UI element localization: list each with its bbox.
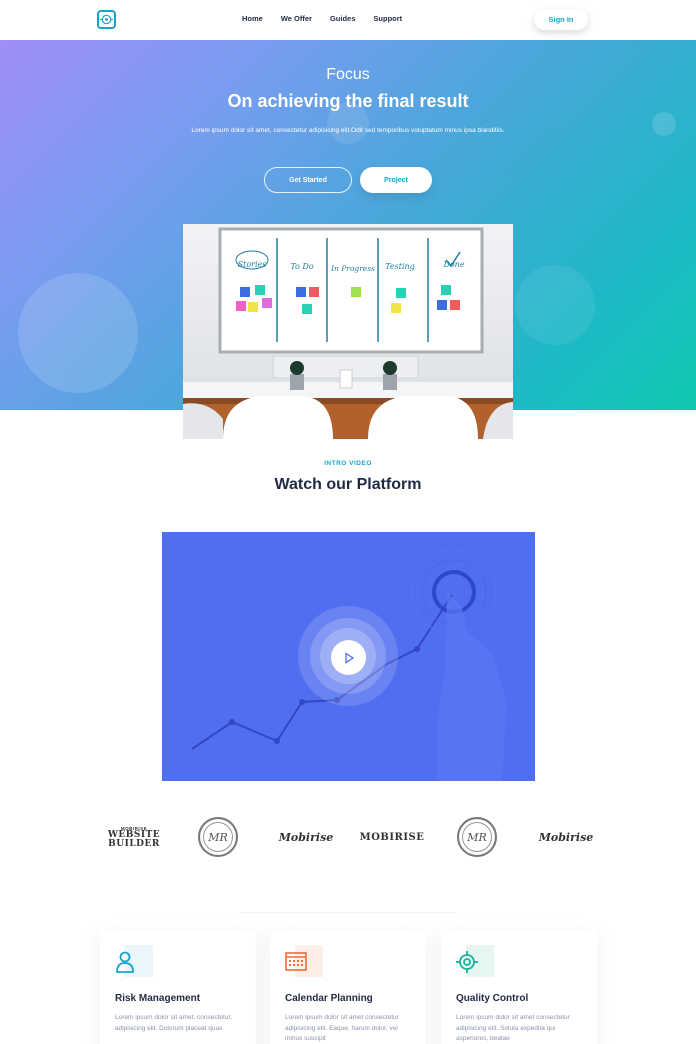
play-video-button[interactable] — [331, 640, 366, 675]
user-icon — [116, 951, 134, 973]
logo-text: WEBSITE BUILDER — [107, 829, 161, 849]
decorative-bubble — [652, 112, 676, 136]
target-icon — [456, 951, 478, 973]
kanban-board-illustration: Stories To Do In Progress Testing Done — [183, 224, 513, 439]
partner-logos: MOBIRISE WEBSITE BUILDER MR Mobirise MOB… — [100, 812, 596, 862]
get-started-button[interactable]: Get Started — [264, 167, 352, 193]
top-navbar: Home We Offer Guides Support Sign In — [0, 0, 696, 40]
feature-card-risk-management[interactable]: Risk Management Lorem ipsum dolor sit am… — [100, 930, 256, 1044]
nav-link-home[interactable]: Home — [242, 14, 263, 23]
intro-title: Watch our Platform — [274, 476, 422, 493]
logo-mark-icon — [100, 14, 113, 25]
decorative-bubble — [515, 265, 595, 345]
project-button[interactable]: Project — [360, 167, 432, 193]
logo-script-text: Mobirise — [278, 830, 334, 844]
target-logo-icon[interactable] — [97, 10, 116, 29]
nav-links: Home We Offer Guides Support — [242, 14, 420, 23]
hero-kicker: Focus — [326, 66, 370, 83]
kanban-board-photo: Stories To Do In Progress Testing Done — [183, 224, 513, 439]
calendar-icon — [285, 952, 307, 971]
card-text: Lorem ipsum dolor sit amet, consectetur,… — [115, 1014, 233, 1032]
column-testing: Testing — [385, 262, 415, 271]
logo-block-text: MOBIRISE — [359, 831, 425, 843]
logo-script-text: Mobirise — [538, 830, 594, 844]
hero-subtitle: Lorem ipsum dolor sit amet, consectetur … — [191, 127, 505, 134]
column-in-progress: In Progress — [330, 264, 375, 273]
card-text: Lorem ipsum dolor sit amet consectetur a… — [285, 1014, 399, 1042]
nav-link-guides[interactable]: Guides — [330, 14, 355, 23]
card-icon-wrap — [115, 945, 153, 977]
card-title: Risk Management — [115, 993, 201, 1004]
column-stories: Stories — [238, 260, 267, 269]
logo-block-2: MOBIRISE — [359, 812, 425, 862]
section-divider — [240, 912, 456, 913]
intro-label: INTRO VIDEO — [324, 460, 372, 467]
feature-card-quality-control[interactable]: Quality Control Lorem ipsum dolor sit am… — [441, 930, 597, 1044]
decorative-bubble — [18, 273, 138, 393]
card-title: Calendar Planning — [285, 993, 373, 1004]
column-todo: To Do — [290, 262, 313, 271]
card-icon-wrap — [285, 945, 323, 977]
logo-website-builder: MOBIRISE WEBSITE BUILDER — [100, 812, 168, 862]
sign-in-button[interactable]: Sign In — [534, 9, 588, 30]
play-icon — [344, 651, 354, 664]
logo-script-1: Mobirise — [276, 812, 336, 862]
card-title: Quality Control — [456, 993, 529, 1004]
logo-script-2: Mobirise — [536, 812, 596, 862]
logo-seal-text: MR — [198, 817, 238, 857]
nav-link-support[interactable]: Support — [373, 14, 402, 23]
nav-link-we-offer[interactable]: We Offer — [281, 14, 312, 23]
logo-seal-2: MR — [455, 812, 499, 862]
card-text: Lorem ipsum dolor sit amet consectetur a… — [456, 1014, 570, 1042]
feature-card-calendar-planning[interactable]: Calendar Planning Lorem ipsum dolor sit … — [270, 930, 426, 1044]
hero-title: On achieving the final result — [227, 91, 469, 111]
logo-seal-text: MR — [457, 817, 497, 857]
card-icon-wrap — [456, 945, 494, 977]
logo-seal-1: MR — [196, 812, 240, 862]
